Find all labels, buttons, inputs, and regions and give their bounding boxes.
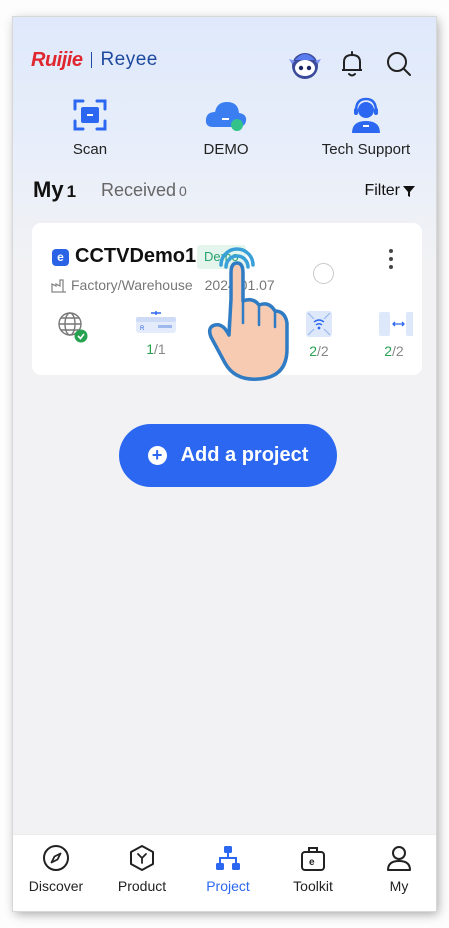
access-point-icon	[306, 311, 332, 337]
demo-label: DEMO	[203, 141, 249, 158]
project-tree-icon	[216, 846, 240, 870]
logo-ruijie: Ruijie	[31, 48, 83, 71]
quick-actions: Scan DEMO Tech Support	[13, 95, 436, 185]
nav-toolkit[interactable]: e Toolkit	[273, 843, 353, 894]
nav-toolkit-label: Toolkit	[293, 878, 333, 894]
cloud-icon	[205, 102, 247, 131]
nav-my[interactable]: My	[359, 843, 436, 894]
tech-support-label: Tech Support	[321, 141, 411, 158]
filter-icon	[403, 186, 415, 197]
product-hex-icon	[130, 845, 154, 871]
bridge-online: 2	[384, 343, 393, 359]
scan-icon	[73, 99, 107, 131]
tap-hint-hand-icon	[193, 239, 293, 394]
select-radio[interactable]	[313, 263, 334, 284]
tab-my[interactable]: My 1	[33, 177, 76, 203]
nav-my-label: My	[389, 878, 409, 894]
router-count[interactable]: R 1/1	[131, 309, 181, 357]
access-point-online: 2	[309, 343, 318, 359]
project-name: CCTVDemo1	[75, 245, 197, 267]
add-project-button[interactable]: + Add a project	[119, 424, 337, 487]
support-agent-icon	[352, 97, 380, 133]
scan-label: Scan	[72, 141, 108, 158]
router-online: 1	[146, 341, 155, 357]
phone-screen: Ruijie Reyee Scan DEMO Tech Support My 1…	[13, 17, 436, 911]
tab-my-count: 1	[66, 182, 77, 201]
project-logo-icon: e	[52, 249, 69, 266]
svg-text:R: R	[140, 326, 145, 332]
router-icon: R	[136, 311, 176, 333]
tech-support-button[interactable]: Tech Support	[311, 95, 421, 158]
app-header: Ruijie Reyee	[13, 17, 436, 97]
logo-reyee: Reyee	[100, 49, 158, 70]
tab-my-label: My	[33, 177, 64, 202]
nav-project[interactable]: Project	[188, 843, 268, 894]
access-point-count[interactable]: 2/2	[294, 309, 344, 359]
tab-received-label: Received	[101, 180, 177, 200]
user-icon	[387, 846, 411, 871]
router-total: /1	[154, 341, 166, 357]
compass-icon	[43, 845, 69, 871]
search-icon[interactable]	[382, 47, 416, 81]
add-project-label: Add a project	[180, 444, 309, 466]
nav-product-label: Product	[117, 878, 167, 894]
tab-received[interactable]: Received 0	[101, 180, 187, 201]
svg-text:e: e	[309, 857, 315, 868]
scan-button[interactable]: Scan	[35, 95, 145, 158]
more-options-icon[interactable]	[384, 247, 398, 271]
assistant-avatar-icon[interactable]	[288, 47, 322, 81]
bridge-total: /2	[392, 343, 404, 359]
nav-discover[interactable]: Discover	[16, 843, 96, 894]
bridge-count[interactable]: 2/2	[372, 309, 416, 359]
demo-button[interactable]: DEMO	[171, 95, 281, 158]
bridge-icon	[379, 312, 413, 336]
project-scene-text: Factory/Warehouse	[71, 277, 193, 293]
network-globe-icon	[58, 312, 88, 343]
nav-project-label: Project	[206, 878, 250, 894]
filter-button[interactable]: Filter	[364, 182, 415, 200]
toolkit-bag-icon: e	[301, 847, 325, 871]
bell-icon[interactable]	[335, 47, 369, 81]
nav-discover-label: Discover	[28, 878, 84, 894]
bottom-nav: Discover Product Project e Toolkit My	[13, 834, 436, 911]
logo-divider	[91, 52, 93, 68]
network-status[interactable]	[47, 309, 97, 343]
tab-received-count: 0	[179, 183, 187, 199]
brand-logo: Ruijie Reyee	[31, 47, 158, 73]
factory-icon	[51, 278, 66, 293]
filter-label: Filter	[364, 182, 400, 199]
nav-product[interactable]: Product	[102, 843, 182, 894]
access-point-total: /2	[317, 343, 329, 359]
plus-icon: +	[147, 446, 167, 465]
